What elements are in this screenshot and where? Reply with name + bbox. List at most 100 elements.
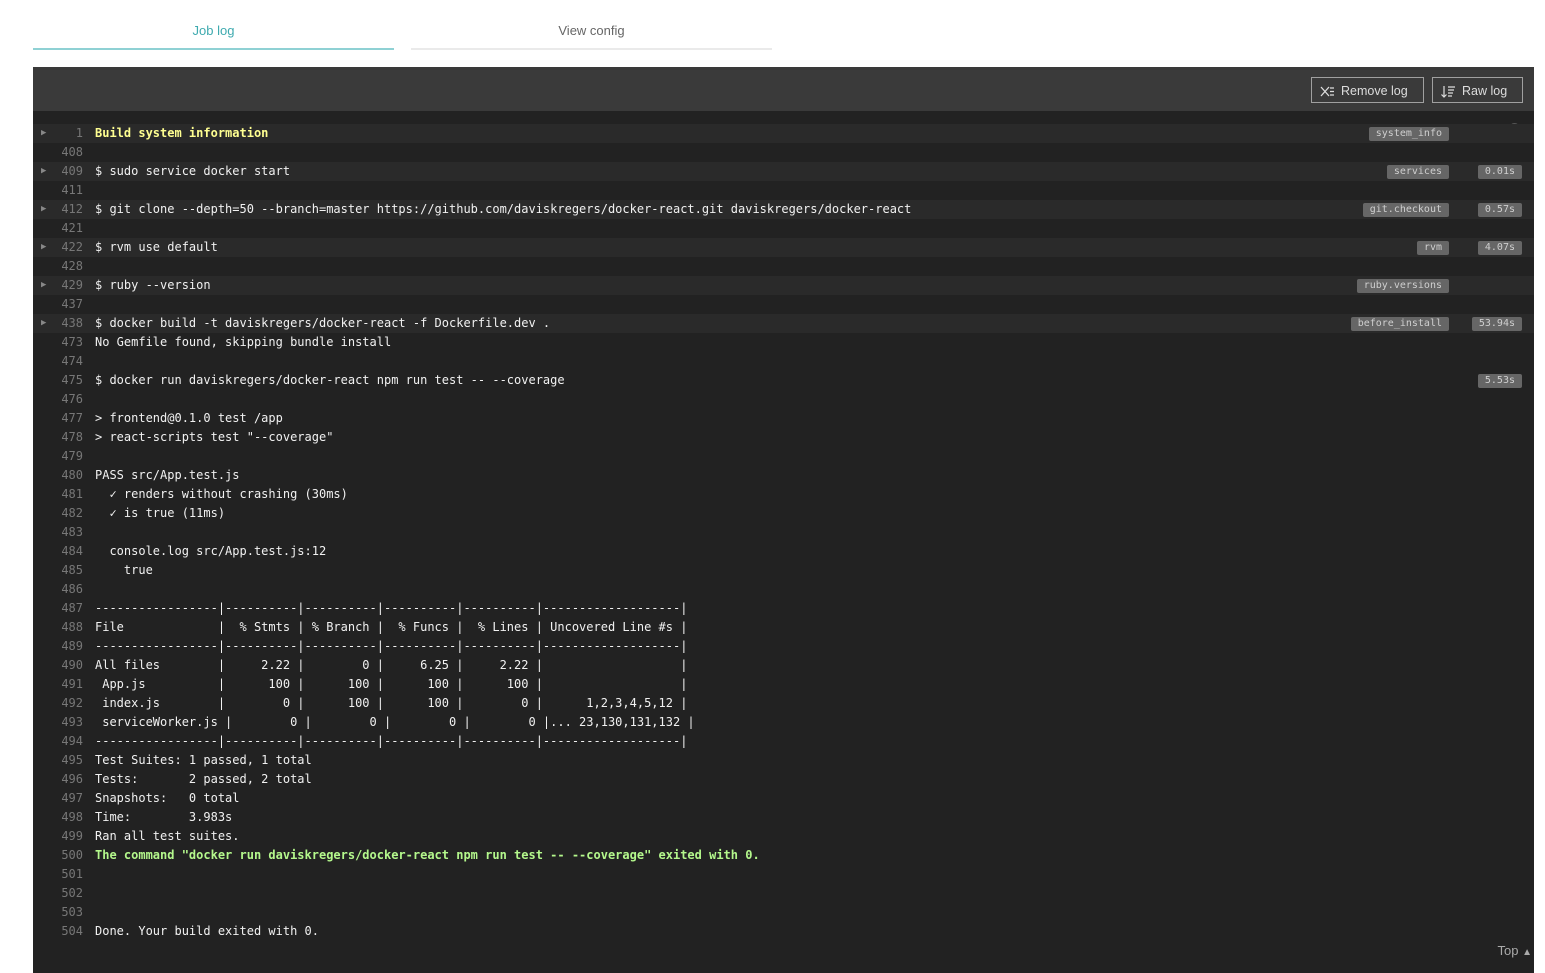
raw-log-button[interactable]: Raw log [1432, 77, 1523, 103]
line-number[interactable]: 498 [51, 808, 83, 827]
log-line: 494 -----------------|----------|--------… [33, 732, 1534, 751]
line-number[interactable]: 429 [51, 276, 83, 295]
line-number[interactable]: 421 [51, 219, 83, 238]
log-line: 498 Time: 3.983s [33, 808, 1534, 827]
line-number[interactable]: 489 [51, 637, 83, 656]
line-number[interactable]: 495 [51, 751, 83, 770]
log-fold-line[interactable]: ▶ 1 Build system information system_info [33, 124, 1534, 143]
log-line: 428 [33, 257, 1534, 276]
line-number[interactable]: 412 [51, 200, 83, 219]
raw-log-label: Raw log [1462, 84, 1508, 98]
fold-tag-badge: ruby.versions [1356, 279, 1449, 293]
fold-tag-badge: services [1386, 165, 1449, 179]
remove-log-button[interactable]: Remove log [1311, 77, 1424, 103]
line-number[interactable]: 480 [51, 466, 83, 485]
line-number[interactable]: 502 [51, 884, 83, 903]
line-number[interactable]: 475 [51, 371, 83, 390]
line-text: -----------------|----------|----------|… [95, 601, 688, 615]
line-number[interactable]: 484 [51, 542, 83, 561]
line-number[interactable]: 483 [51, 523, 83, 542]
line-number[interactable]: 500 [51, 846, 83, 865]
log-line: 504 Done. Your build exited with 0. [33, 922, 1534, 941]
line-number[interactable]: 493 [51, 713, 83, 732]
tab-view-config[interactable]: View config [411, 0, 772, 50]
fold-arrow-icon[interactable]: ▶ [41, 162, 51, 181]
line-number[interactable]: 478 [51, 428, 83, 447]
tab-job-log[interactable]: Job log [33, 0, 394, 50]
line-number[interactable]: 473 [51, 333, 83, 352]
line-number[interactable]: 474 [51, 352, 83, 371]
log-line: 496 Tests: 2 passed, 2 total [33, 770, 1534, 789]
line-number[interactable]: 481 [51, 485, 83, 504]
top-link-label: Top [1497, 943, 1519, 958]
log-line: 487 -----------------|----------|--------… [33, 599, 1534, 618]
line-number[interactable]: 428 [51, 257, 83, 276]
line-number[interactable]: 477 [51, 409, 83, 428]
line-number[interactable]: 488 [51, 618, 83, 637]
line-number[interactable]: 501 [51, 865, 83, 884]
log-lines: ▶ 1 Build system information system_info 408… [33, 124, 1534, 941]
log-fold-line[interactable]: ▶ 429 $ ruby --version ruby.versions [33, 276, 1534, 295]
log-line: 488 File | % Stmts | % Branch | % Funcs |… [33, 618, 1534, 637]
log-fold-line[interactable]: ▶ 438 $ docker build -t daviskregers/docke… [33, 314, 1534, 333]
line-number[interactable]: 437 [51, 295, 83, 314]
fold-arrow-icon[interactable]: ▶ [41, 200, 51, 219]
fold-arrow-icon[interactable]: ▶ [41, 276, 51, 295]
fold-arrow-icon[interactable]: ▶ [41, 238, 51, 257]
line-text: > react-scripts test "--coverage" [95, 430, 334, 444]
line-text: serviceWorker.js | 0 | 0 | 0 | 0 |... 23… [95, 715, 695, 729]
fold-arrow-icon[interactable]: ▶ [41, 314, 51, 333]
raw-log-icon [1441, 86, 1455, 98]
line-number[interactable]: 494 [51, 732, 83, 751]
log-fold-line[interactable]: ▶ 412 $ git clone --depth=50 --branch=mast… [33, 200, 1534, 219]
duration-badge: 4.07s [1477, 241, 1522, 255]
log-line: 486 [33, 580, 1534, 599]
fold-tag-badge: system_info [1368, 127, 1449, 141]
line-number[interactable]: 422 [51, 238, 83, 257]
line-number[interactable]: 499 [51, 827, 83, 846]
line-number[interactable]: 1 [51, 124, 83, 143]
log-toolbar: Remove log Raw log [33, 67, 1534, 111]
line-number[interactable]: 504 [51, 922, 83, 941]
line-number[interactable]: 487 [51, 599, 83, 618]
line-number[interactable]: 491 [51, 675, 83, 694]
line-number[interactable]: 476 [51, 390, 83, 409]
log-line: 499 Ran all test suites. [33, 827, 1534, 846]
line-number[interactable]: 438 [51, 314, 83, 333]
line-text: Tests: 2 passed, 2 total [95, 772, 312, 786]
log-fold-line[interactable]: ▶ 409 $ sudo service docker start services 0… [33, 162, 1534, 181]
line-number[interactable]: 479 [51, 447, 83, 466]
line-number[interactable]: 486 [51, 580, 83, 599]
log-line: 473 No Gemfile found, skipping bundle ins… [33, 333, 1534, 352]
line-text: The command "docker run daviskregers/doc… [95, 848, 760, 862]
line-text: $ docker build -t daviskregers/docker-re… [95, 316, 551, 330]
line-text: $ ruby --version [95, 278, 211, 292]
line-number[interactable]: 409 [51, 162, 83, 181]
duration-badge: 0.01s [1477, 165, 1522, 179]
line-text: $ docker run daviskregers/docker-react n… [95, 373, 565, 387]
scroll-to-top-link[interactable]: Top ▲ [1498, 943, 1533, 958]
line-number[interactable]: 503 [51, 903, 83, 922]
tab-bar: Job log View config [33, 0, 773, 50]
log-fold-line[interactable]: ▶ 422 $ rvm use default rvm 4.07s [33, 238, 1534, 257]
log-line: 484 console.log src/App.test.js:12 [33, 542, 1534, 561]
line-number[interactable]: 492 [51, 694, 83, 713]
line-number[interactable]: 408 [51, 143, 83, 162]
line-number[interactable]: 497 [51, 789, 83, 808]
log-line: 411 [33, 181, 1534, 200]
line-number[interactable]: 496 [51, 770, 83, 789]
log-line: 495 Test Suites: 1 passed, 1 total [33, 751, 1534, 770]
remove-log-icon [1320, 86, 1334, 97]
line-text: -----------------|----------|----------|… [95, 639, 688, 653]
line-number[interactable]: 490 [51, 656, 83, 675]
line-text: File | % Stmts | % Branch | % Funcs | % … [95, 620, 688, 634]
fold-arrow-icon[interactable]: ▶ [41, 124, 51, 143]
line-text: Done. Your build exited with 0. [95, 924, 319, 938]
log-line: 478 > react-scripts test "--coverage" [33, 428, 1534, 447]
log-line: 477 > frontend@0.1.0 test /app [33, 409, 1534, 428]
log-line: 474 [33, 352, 1534, 371]
line-number[interactable]: 482 [51, 504, 83, 523]
log-line: 485 true [33, 561, 1534, 580]
line-number[interactable]: 485 [51, 561, 83, 580]
line-number[interactable]: 411 [51, 181, 83, 200]
